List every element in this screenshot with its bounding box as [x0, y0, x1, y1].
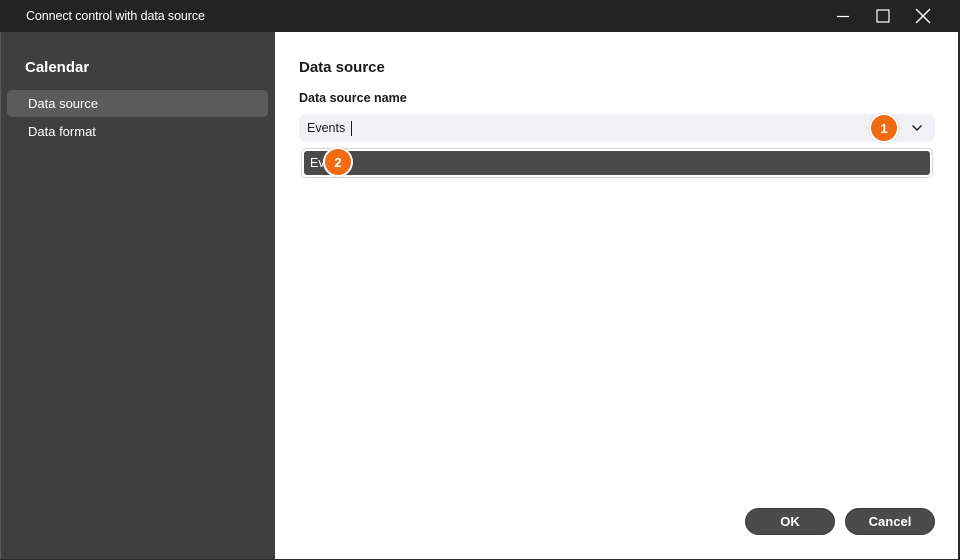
close-icon [915, 8, 931, 24]
dropdown-option[interactable]: Ev [304, 151, 930, 175]
dialog-window: Connect control with data source Calenda… [0, 0, 960, 560]
text-cursor [351, 121, 352, 136]
window-title: Connect control with data source [26, 9, 205, 23]
dropdown-list: Ev [301, 148, 933, 178]
sidebar: Calendar Data source Data format [1, 32, 275, 559]
chevron-down-icon[interactable] [911, 123, 923, 133]
step-badge-2: 2 [323, 147, 353, 177]
maximize-icon [876, 9, 890, 23]
data-source-name-label: Data source name [299, 91, 407, 105]
combobox-value[interactable]: Events [307, 121, 345, 135]
sidebar-title: Calendar [25, 59, 90, 76]
main-panel: Data source Data source name Events Ev 1… [275, 32, 958, 559]
close-button[interactable] [900, 0, 946, 32]
step-badge-1: 1 [869, 113, 899, 143]
title-bar: Connect control with data source [0, 0, 960, 32]
sidebar-item-data-source[interactable]: Data source [7, 90, 268, 117]
ok-button[interactable]: OK [745, 508, 835, 535]
cancel-button[interactable]: Cancel [845, 508, 935, 535]
sidebar-item-data-format[interactable]: Data format [7, 118, 268, 145]
minimize-icon [837, 15, 849, 18]
data-source-name-combobox[interactable]: Events [299, 114, 935, 142]
section-title: Data source [299, 59, 385, 76]
